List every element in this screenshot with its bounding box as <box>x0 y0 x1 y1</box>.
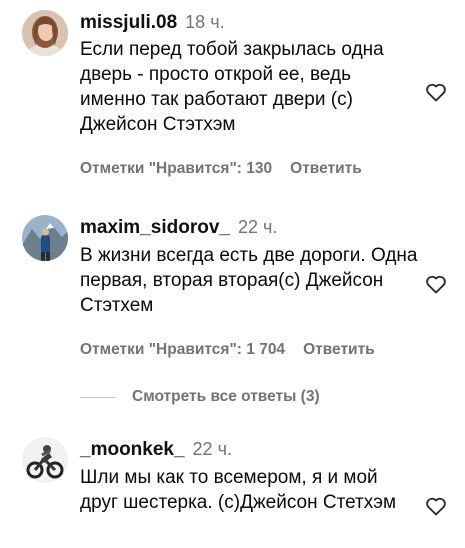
avatar-image <box>22 10 68 56</box>
view-replies-label: Смотреть все ответы (3) <box>132 388 320 405</box>
reply-button[interactable]: Ответить <box>303 341 375 358</box>
comment-actions: Отметки "Нравится": 130 Ответить <box>80 160 362 178</box>
username[interactable]: _moonkek_ <box>80 439 185 460</box>
username[interactable]: maxim_sidorov_ <box>80 217 230 238</box>
avatar[interactable] <box>22 10 68 56</box>
comment-time[interactable]: 18 ч. <box>185 12 224 32</box>
comment-header: missjuli.08 18 ч. <box>80 10 225 35</box>
username[interactable]: missjuli.08 <box>80 12 177 33</box>
likes-count[interactable]: Отметки "Нравится": 1 704 <box>80 341 285 358</box>
likes-count[interactable]: Отметки "Нравится": 130 <box>80 160 272 177</box>
comment-header: _moonkek_ 22 ч. <box>80 437 232 462</box>
heart-icon[interactable] <box>424 80 448 104</box>
divider <box>80 396 116 398</box>
comment-text: Если перед тобой закрылась одна дверь - … <box>80 39 384 135</box>
comment-time[interactable]: 22 ч. <box>238 217 277 237</box>
comment-time[interactable]: 22 ч. <box>193 439 232 459</box>
comment-actions: Отметки "Нравится": 1 704 Ответить <box>80 341 375 359</box>
reply-button[interactable]: Ответить <box>290 160 362 177</box>
view-replies-button[interactable]: Смотреть все ответы (3) <box>80 388 320 410</box>
comment-text: Шли мы как то всемером, я и мой друг шес… <box>80 467 397 513</box>
avatar-image <box>22 215 68 261</box>
avatar[interactable] <box>22 215 68 261</box>
heart-icon[interactable] <box>424 494 448 518</box>
avatar[interactable] <box>22 437 68 483</box>
heart-icon[interactable] <box>424 272 448 296</box>
comment-text: В жизни всегда есть две дороги. Одна пер… <box>80 245 418 316</box>
comment-header: maxim_sidorov_ 22 ч. <box>80 215 277 240</box>
avatar-image <box>22 437 68 483</box>
